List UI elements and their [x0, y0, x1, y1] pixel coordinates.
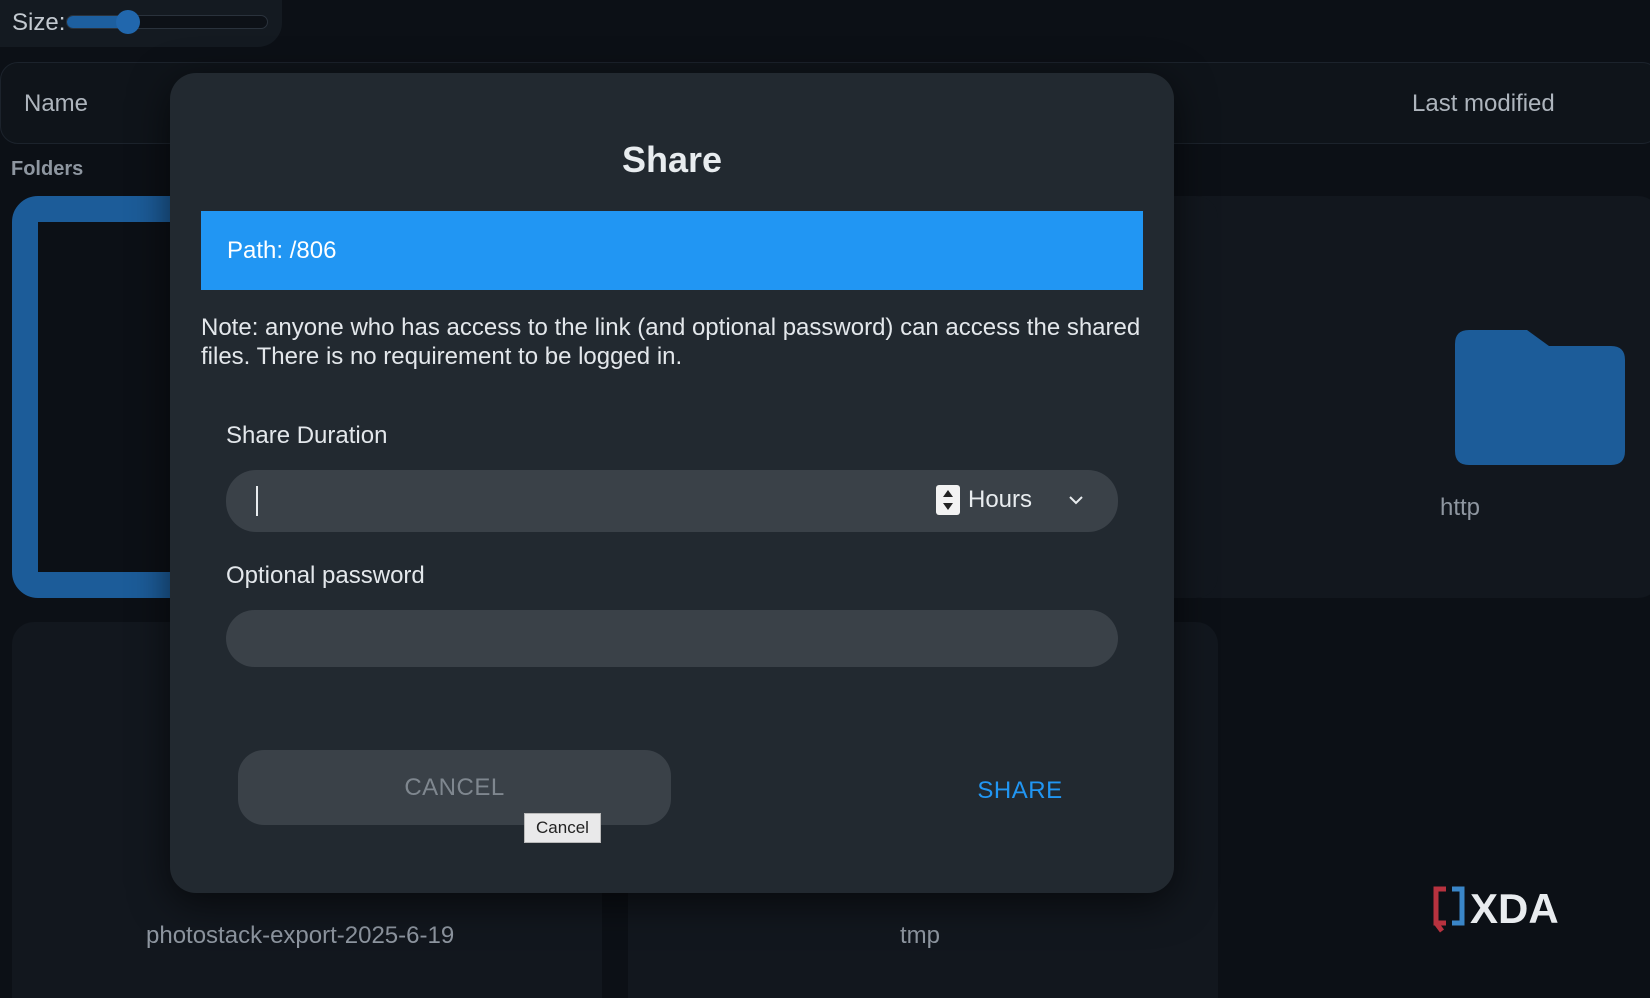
text-caret — [256, 486, 258, 516]
folder-label: tmp — [900, 922, 941, 949]
share-duration-field[interactable]: Hours — [226, 470, 1118, 532]
size-slider-thumb[interactable] — [116, 10, 140, 34]
size-slider[interactable] — [66, 15, 268, 29]
dialog-title: Share — [621, 139, 723, 180]
share-button[interactable]: SHARE — [960, 773, 1080, 809]
svg-text:XDA: XDA — [1470, 885, 1559, 932]
column-name[interactable]: Name — [24, 90, 88, 118]
share-note: Note: anyone who has access to the link … — [201, 314, 1141, 370]
folder-tile-http[interactable]: http — [1180, 196, 1650, 598]
cancel-button[interactable]: CANCEL — [238, 750, 671, 825]
share-dialog: Share Path: /806 Note: anyone who has ac… — [170, 73, 1174, 893]
cancel-tooltip: Cancel — [524, 813, 601, 843]
folder-icon — [1455, 330, 1625, 465]
folder-label: http — [1440, 494, 1481, 521]
column-last-modified[interactable]: Last modified — [1412, 90, 1555, 118]
number-spinner-icon[interactable] — [936, 485, 960, 515]
duration-unit-select[interactable]: Hours — [968, 486, 1032, 514]
size-label: Size: — [12, 9, 66, 36]
password-label: Optional password — [226, 562, 425, 589]
path-text: Path: /806 — [227, 237, 337, 264]
size-control: Size: — [0, 0, 282, 47]
chevron-down-icon[interactable] — [1068, 494, 1084, 506]
password-field[interactable] — [226, 610, 1118, 667]
share-duration-label: Share Duration — [226, 422, 388, 449]
path-banner: Path: /806 — [201, 211, 1143, 290]
folders-section-title: Folders — [11, 158, 84, 180]
xda-logo: XDA — [1433, 885, 1559, 933]
file-browser-screen: Size: Name Last modified Folders http ph… — [0, 0, 1650, 998]
folder-label: photostack-export-2025-6-19 — [146, 922, 455, 949]
